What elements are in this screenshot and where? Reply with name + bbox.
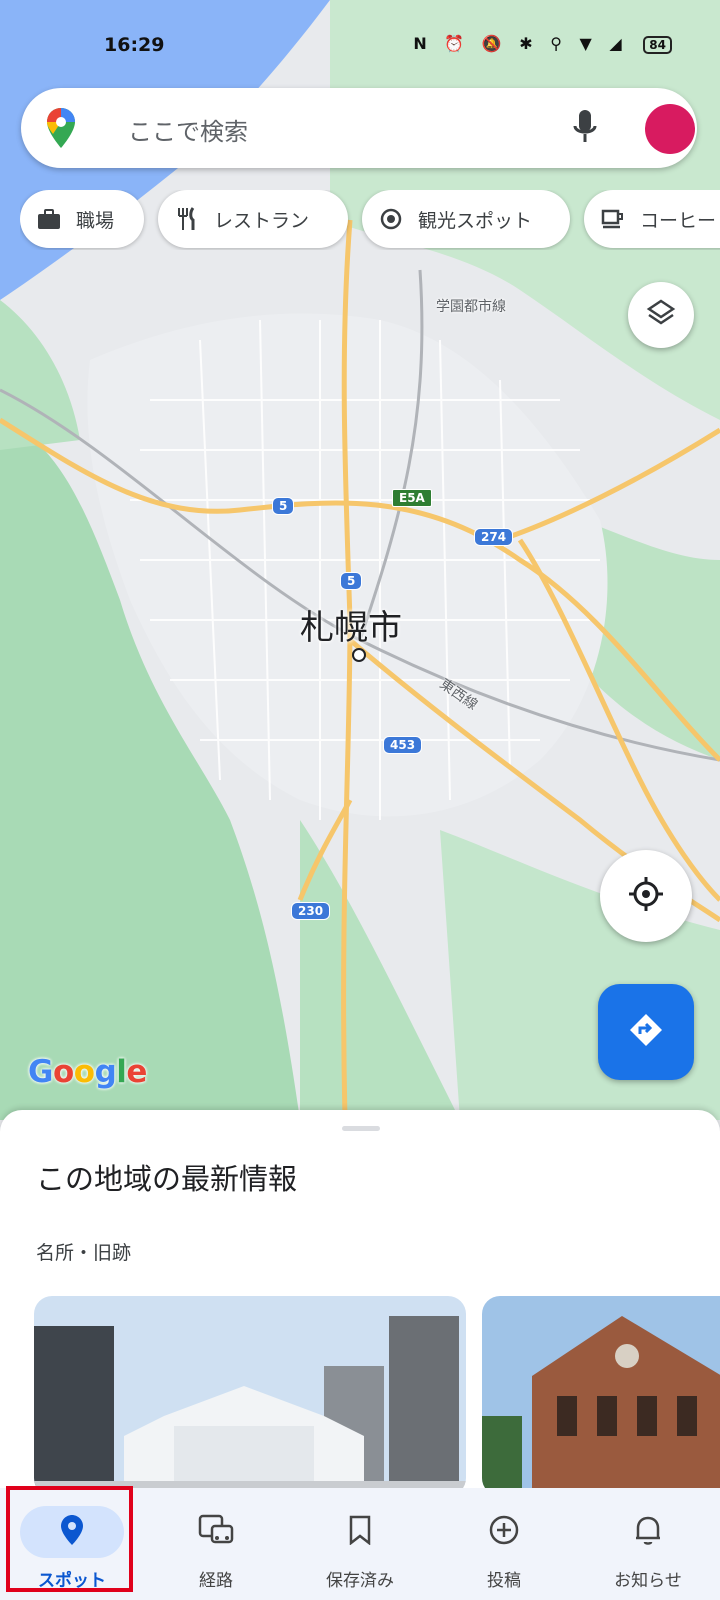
google-maps-logo-icon (47, 108, 75, 152)
nav-label: 保存済み (326, 1571, 394, 1591)
add-circle-icon (488, 1514, 520, 1550)
location-pin-icon (61, 1515, 83, 1549)
status-icons-text: N ⏰ 🔕 ✱ ⚲ ▼ ◢ (413, 34, 628, 53)
coffee-icon (600, 206, 626, 232)
nav-label: 投稿 (487, 1571, 521, 1591)
search-bar[interactable]: ここで検索 (21, 88, 697, 168)
layers-button[interactable] (628, 282, 694, 348)
nav-pill (20, 1506, 124, 1558)
search-input[interactable]: ここで検索 (128, 112, 248, 147)
place-photo (34, 1296, 466, 1496)
crosshair-icon (628, 876, 664, 916)
route-shield: 453 (383, 736, 423, 754)
sheet-title: この地域の最新情報 (36, 1162, 298, 1196)
chip-sightseeing[interactable]: 観光スポット (362, 190, 570, 248)
route-shield: 230 (291, 902, 331, 920)
nav-updates[interactable]: お知らせ (576, 1488, 720, 1600)
route-shield: 274 (474, 528, 514, 546)
google-attribution: Google (28, 1054, 147, 1090)
bookmark-icon (348, 1515, 372, 1549)
avatar[interactable] (645, 104, 695, 154)
battery-icon: 84 (643, 36, 672, 54)
nav-pill (308, 1506, 412, 1558)
sheet-subtitle: 名所・旧跡 (36, 1242, 132, 1264)
layers-icon (646, 298, 676, 332)
city-marker-icon (352, 648, 366, 662)
category-chips: 職場 レストラン 観光スポット コーヒー (20, 190, 720, 250)
bottom-navigation: スポット 経路 保存済み 投稿 お知らせ (0, 1488, 720, 1600)
route-shield: E5A (392, 489, 432, 507)
route-shield: 5 (272, 497, 295, 515)
camera-icon (378, 206, 404, 232)
directions-button[interactable] (598, 984, 694, 1080)
chip-label: コーヒー (640, 209, 717, 232)
bell-icon (634, 1514, 662, 1550)
route-shield: 5 (340, 572, 363, 590)
directions-icon (628, 1012, 664, 1052)
nav-label: お知らせ (614, 1571, 682, 1591)
nav-label: スポット (38, 1571, 106, 1591)
city-label: 札幌市 (300, 608, 402, 648)
nav-explore[interactable]: スポット (0, 1488, 144, 1600)
nav-label: 経路 (199, 1571, 233, 1591)
chip-label: レストラン (214, 209, 310, 232)
place-photo (482, 1296, 720, 1496)
chip-label: 観光スポット (418, 209, 533, 232)
nav-saved[interactable]: 保存済み (288, 1488, 432, 1600)
nav-pill (164, 1506, 268, 1558)
commute-icon (198, 1514, 234, 1550)
chip-label: 職場 (76, 209, 115, 232)
place-card-red-brick[interactable] (482, 1296, 720, 1496)
status-icons: N ⏰ 🔕 ✱ ⚲ ▼ ◢ 84 (413, 34, 672, 54)
briefcase-icon (36, 206, 62, 232)
my-location-button[interactable] (600, 850, 692, 942)
rail-label-gakuentoshi: 学園都市線 (436, 299, 506, 315)
nav-pill (596, 1506, 700, 1558)
fork-knife-icon (174, 206, 200, 232)
place-card-snow-festival[interactable] (34, 1296, 466, 1496)
status-time: 16:29 (104, 34, 165, 56)
microphone-icon[interactable] (573, 108, 597, 150)
sheet-drag-handle[interactable] (342, 1126, 380, 1131)
chip-restaurant[interactable]: レストラン (158, 190, 348, 248)
map-canvas[interactable] (0, 0, 720, 1120)
nav-contribute[interactable]: 投稿 (432, 1488, 576, 1600)
nav-commute[interactable]: 経路 (144, 1488, 288, 1600)
status-bar: 16:29 N ⏰ 🔕 ✱ ⚲ ▼ ◢ 84 (0, 0, 720, 80)
chip-coffee[interactable]: コーヒー (584, 190, 720, 248)
chip-work[interactable]: 職場 (20, 190, 144, 248)
nav-pill (452, 1506, 556, 1558)
explore-sheet[interactable]: この地域の最新情報 名所・旧跡 (0, 1110, 720, 1496)
